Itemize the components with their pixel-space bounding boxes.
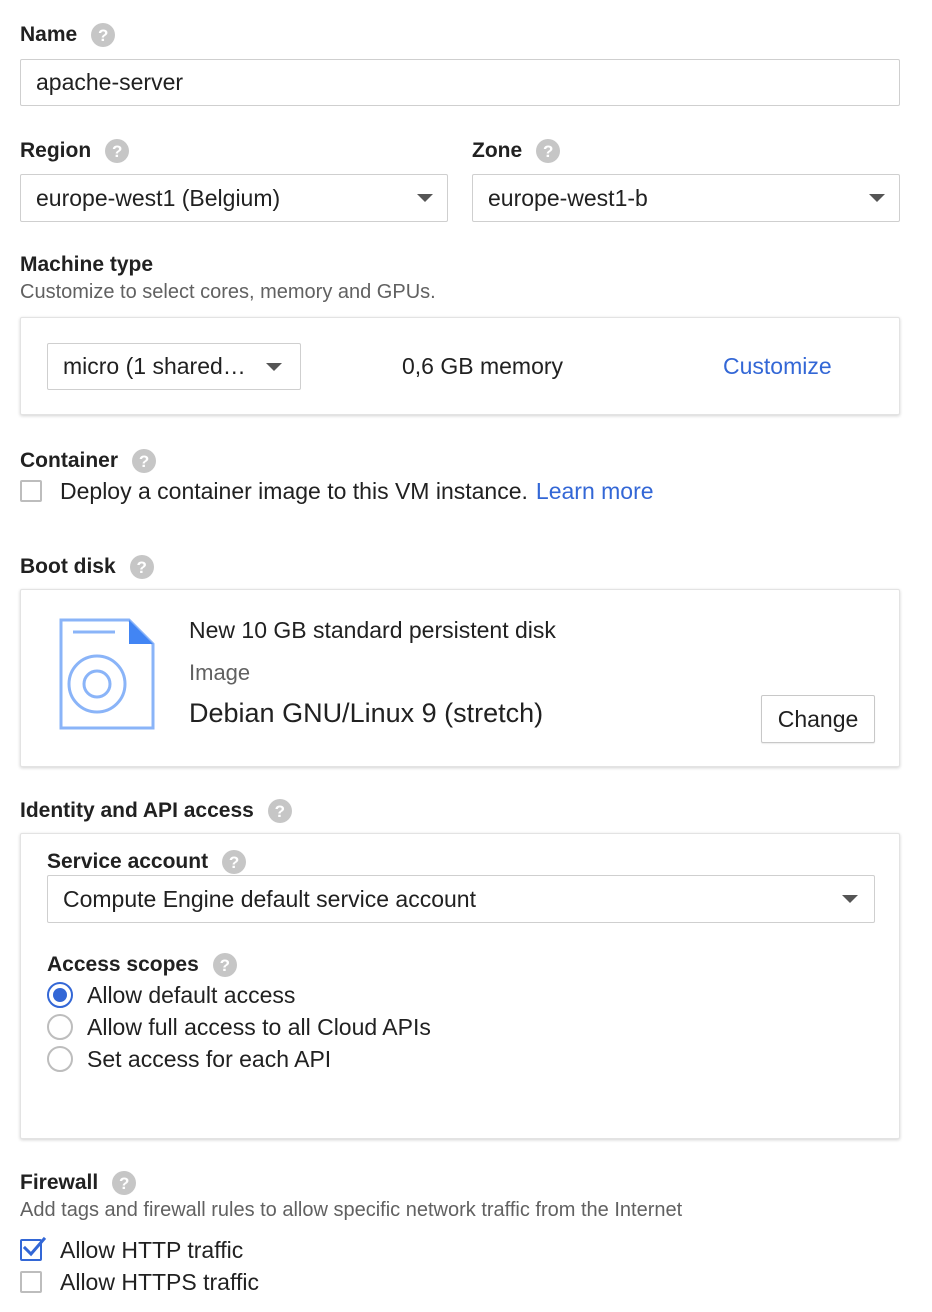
firewall-label: Firewall	[20, 1171, 99, 1194]
help-icon[interactable]: ?	[132, 449, 157, 473]
https-checkbox[interactable]	[20, 1271, 42, 1293]
change-button[interactable]: Change	[761, 695, 875, 743]
radio-unselected[interactable]	[47, 1014, 73, 1040]
boot-disk-card: New 10 GB standard persistent disk Image…	[20, 589, 900, 767]
access-scope-label: Allow full access to all Cloud APIs	[87, 1013, 431, 1040]
help-icon[interactable]: ?	[129, 555, 154, 579]
identity-card: Service account ? Compute Engine default…	[20, 833, 900, 1139]
customize-link[interactable]: Customize	[723, 353, 832, 380]
access-scopes-label-row: Access scopes ?	[47, 950, 237, 980]
region-label: Region	[20, 139, 92, 162]
container-label: Container	[20, 449, 119, 472]
help-icon[interactable]: ?	[105, 139, 130, 163]
container-checkbox-row: Deploy a container image to this VM inst…	[20, 477, 654, 505]
region-select[interactable]: europe-west1 (Belgium)	[20, 174, 448, 222]
zone-select[interactable]: europe-west1-b	[472, 174, 900, 222]
boot-disk-image-value: Debian GNU/Linux 9 (stretch)	[189, 698, 544, 728]
checkmark-icon	[22, 1236, 47, 1257]
chevron-down-icon	[417, 194, 433, 202]
identity-label: Identity and API access	[20, 799, 254, 822]
name-input[interactable]: apache-server	[20, 59, 900, 106]
zone-select-value: europe-west1-b	[488, 184, 648, 211]
service-account-value: Compute Engine default service account	[63, 885, 476, 912]
container-checkbox-label: Deploy a container image to this VM inst…	[60, 477, 528, 504]
access-scope-option[interactable]: Set access for each API	[47, 1045, 331, 1073]
access-scope-label: Set access for each API	[87, 1045, 332, 1072]
name-label: Name	[20, 23, 78, 46]
service-account-select[interactable]: Compute Engine default service account	[47, 875, 875, 923]
access-scopes-label: Access scopes	[47, 953, 199, 976]
help-icon[interactable]: ?	[267, 799, 292, 823]
chevron-down-icon	[266, 362, 282, 371]
firewall-label-row: Firewall ?	[20, 1168, 137, 1198]
boot-disk-title: New 10 GB standard persistent disk	[189, 617, 556, 643]
learn-more-link[interactable]: Learn more	[536, 478, 654, 505]
service-account-label-row: Service account ?	[47, 847, 247, 877]
service-account-label: Service account	[47, 850, 209, 873]
machine-type-label-row: Machine type	[20, 250, 153, 280]
radio-selected[interactable]	[47, 982, 73, 1008]
access-scope-label: Allow default access	[87, 981, 296, 1008]
help-icon[interactable]: ?	[91, 23, 116, 47]
container-label-row: Container ?	[20, 446, 157, 476]
boot-disk-label-row: Boot disk ?	[20, 552, 154, 582]
https-checkbox-label: Allow HTTPS traffic	[60, 1268, 259, 1295]
access-scope-option[interactable]: Allow full access to all Cloud APIs	[47, 1013, 431, 1041]
machine-type-select-value: micro (1 shared…	[63, 353, 246, 379]
container-checkbox[interactable]	[20, 480, 42, 502]
help-icon[interactable]: ?	[536, 139, 561, 163]
name-label-row: Name ?	[20, 20, 116, 50]
help-icon[interactable]: ?	[222, 850, 247, 874]
firewall-https-row[interactable]: Allow HTTPS traffic	[20, 1268, 259, 1296]
boot-disk-image-label: Image	[189, 660, 251, 685]
identity-label-row: Identity and API access ?	[20, 796, 292, 826]
chevron-down-icon	[842, 895, 858, 903]
access-scope-option[interactable]: Allow default access	[47, 981, 295, 1009]
help-icon[interactable]: ?	[212, 953, 237, 977]
http-checkbox[interactable]	[20, 1236, 47, 1261]
zone-label: Zone	[472, 139, 523, 162]
chevron-down-icon	[869, 194, 885, 202]
machine-type-label: Machine type	[20, 253, 154, 276]
http-checkbox-label: Allow HTTP traffic	[60, 1236, 244, 1263]
help-icon[interactable]: ?	[112, 1171, 137, 1195]
boot-disk-label: Boot disk	[20, 555, 116, 578]
region-label-row: Region ?	[20, 136, 130, 166]
region-select-value: europe-west1 (Belgium)	[36, 184, 281, 211]
disk-icon	[59, 618, 155, 730]
machine-type-select[interactable]: micro (1 shared…	[47, 343, 301, 390]
radio-dot	[53, 988, 67, 1002]
machine-memory: 0,6 GB memory	[402, 353, 564, 379]
machine-type-description: Customize to select cores, memory and GP…	[20, 281, 436, 303]
zone-label-row: Zone ?	[472, 136, 561, 166]
radio-unselected[interactable]	[47, 1046, 73, 1072]
machine-type-card: micro (1 shared… 0,6 GB memory Customize	[20, 317, 900, 415]
firewall-description: Add tags and firewall rules to allow spe…	[20, 1199, 683, 1221]
firewall-http-row[interactable]: Allow HTTP traffic	[20, 1236, 243, 1264]
